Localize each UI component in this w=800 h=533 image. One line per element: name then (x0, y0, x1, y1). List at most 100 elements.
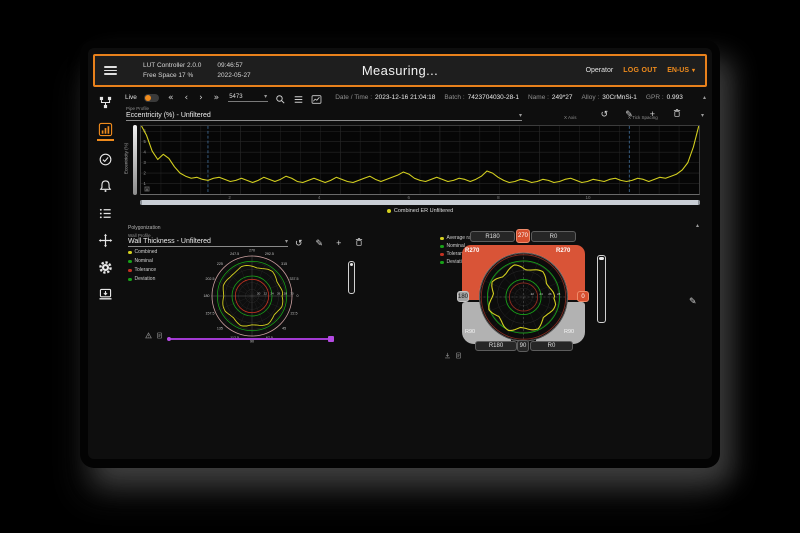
nav-prev-button[interactable]: ‹ (182, 93, 190, 103)
position-range-slider[interactable] (168, 335, 332, 343)
axis-label-270[interactable]: 270 (516, 229, 530, 243)
date: 2022-05-27 (217, 72, 250, 79)
eccentricity-chart[interactable]: 123456 (140, 125, 700, 195)
lasso-icon[interactable] (162, 186, 168, 192)
svg-text:225: 225 (217, 262, 223, 266)
trend-chart-icon (311, 94, 322, 105)
band-label-r90-right: R90 (564, 329, 574, 335)
delete-button[interactable] (354, 237, 364, 249)
svg-text:28: 28 (284, 291, 288, 295)
device-frame: LUT Controller 2.0.0 Free Space 17 % 09:… (80, 40, 720, 468)
svg-text:315: 315 (281, 262, 287, 266)
wall-panel-icons (145, 326, 163, 344)
move-icon (98, 233, 113, 248)
legend-item: Combined (128, 250, 157, 255)
snapshot-icon[interactable] (156, 326, 163, 344)
menu-list-button[interactable] (293, 92, 304, 103)
download-icon[interactable] (444, 346, 451, 364)
edit-layout-button[interactable]: ✎ (689, 296, 697, 307)
corner-label-top-right[interactable]: R0 (531, 231, 576, 242)
svg-text:28: 28 (557, 292, 561, 296)
svg-text:24: 24 (539, 292, 543, 296)
report-icon[interactable] (455, 346, 462, 364)
language-select[interactable]: EN-US▾ (667, 67, 695, 74)
slider-start-handle[interactable] (167, 337, 171, 341)
edit-button[interactable]: ✎ (316, 238, 324, 248)
vertical-zoom-slider[interactable] (133, 125, 137, 195)
wall-vertical-slider[interactable] (348, 261, 355, 294)
sidebar-item-settings[interactable] (97, 259, 114, 276)
svg-text:26: 26 (277, 291, 281, 295)
collapse-section-button[interactable]: ▴ (696, 222, 699, 229)
sidebar-item-network[interactable] (97, 94, 114, 111)
bar-chart-icon (98, 122, 113, 137)
legend-item: Tolerance (128, 268, 157, 273)
delete-button[interactable] (672, 108, 682, 120)
radial-panel-icons (444, 346, 462, 364)
band-label-r270-left: R270 (465, 248, 479, 254)
user-role: Operator (586, 67, 614, 74)
wall-profile-selector[interactable]: Wall Thickness - Unfiltered▾ (128, 238, 288, 247)
reset-zoom-button[interactable]: ↺ (601, 109, 609, 119)
gpr-field: GPR :0.993 (646, 94, 683, 101)
svg-text:202.5: 202.5 (205, 277, 214, 281)
pan-icon[interactable] (153, 186, 159, 192)
axis-label-180[interactable]: 180 (457, 291, 469, 302)
logout-button[interactable]: LOG OUT (623, 67, 657, 74)
corner-label-top-left[interactable]: R180 (470, 231, 515, 242)
save-icon[interactable] (180, 186, 186, 192)
axis-label-0[interactable]: 0 (577, 291, 589, 302)
svg-text:247.5: 247.5 (230, 252, 239, 256)
svg-text:180: 180 (204, 294, 210, 298)
free-space: Free Space 17 % (143, 72, 201, 79)
radial-vertical-slider[interactable] (597, 255, 606, 323)
export-icon[interactable] (171, 186, 177, 192)
chevron-down-icon: ▾ (692, 67, 695, 74)
axis-label-90[interactable]: 90 (517, 340, 529, 352)
svg-text:26: 26 (548, 292, 552, 296)
header-right: Operator LOG OUT EN-US▾ (586, 67, 695, 74)
corner-label-bottom-right[interactable]: R0 (530, 341, 573, 351)
corner-label-bottom-left[interactable]: R180 (475, 341, 517, 351)
sidebar-item-remote-session[interactable] (97, 286, 114, 303)
sidebar-item-event-list[interactable] (97, 205, 114, 222)
horizontal-scrollbar[interactable] (140, 200, 700, 205)
name-field: Name :249*27 (528, 94, 573, 101)
batch-field: Batch :7423704030-28-1 (444, 94, 519, 101)
list-icon (98, 206, 113, 221)
add-button[interactable]: + (650, 109, 655, 119)
quadrant-view[interactable]: 22242628 R180 270 R0 180 0 R180 90 R0 R2… (455, 229, 591, 355)
sidebar-item-move[interactable] (97, 232, 114, 249)
collapse-toolbar-button[interactable]: ▴ (703, 94, 706, 101)
search-button[interactable] (275, 92, 286, 103)
wall-legend: Combined Nominal Tolerance Deviation (128, 250, 157, 282)
sample-select[interactable]: 5473▾ (228, 93, 268, 102)
edit-button[interactable]: ✎ (625, 109, 633, 119)
plot-tools (144, 186, 186, 192)
eccentricity-panel-header: Pipe Profile Eccentricity (%) - Unfilter… (126, 106, 704, 124)
wall-thickness-polar-chart[interactable]: 022.54567.590112.5135157.5180202.5225247… (188, 248, 316, 344)
profile-selector[interactable]: Eccentricity (%) - Unfiltered▾ (126, 112, 522, 121)
nav-first-button[interactable]: « (166, 93, 176, 103)
band-label-r90-left: R90 (465, 329, 475, 335)
nav-next-button[interactable]: › (197, 93, 205, 103)
slider-end-handle[interactable] (328, 336, 334, 342)
panel-caret-icon[interactable]: ▾ (701, 112, 704, 119)
warning-icon[interactable] (145, 326, 152, 344)
sidebar-item-profile-chart[interactable] (97, 121, 114, 141)
trend-view-button[interactable] (311, 92, 322, 103)
nav-last-button[interactable]: » (212, 93, 222, 103)
add-button[interactable]: + (336, 238, 341, 248)
reset-zoom-button[interactable]: ↺ (295, 238, 303, 248)
svg-text:30: 30 (290, 291, 294, 295)
batch-info: Date / Time :2023-12-16 21:04:18 Batch :… (335, 94, 683, 101)
chart-actions: ↺ ✎ + (601, 108, 682, 120)
sidebar-item-quality-check[interactable] (97, 151, 114, 168)
live-label: Live (125, 94, 137, 101)
live-toggle[interactable] (144, 94, 159, 102)
laptop-download-icon (98, 287, 113, 302)
menu-icon[interactable] (104, 66, 117, 75)
sidebar-item-alarms[interactable] (97, 178, 114, 195)
eccentricity-legend: Combined ER Unfiltered (140, 208, 700, 214)
gear-icon (98, 260, 113, 275)
